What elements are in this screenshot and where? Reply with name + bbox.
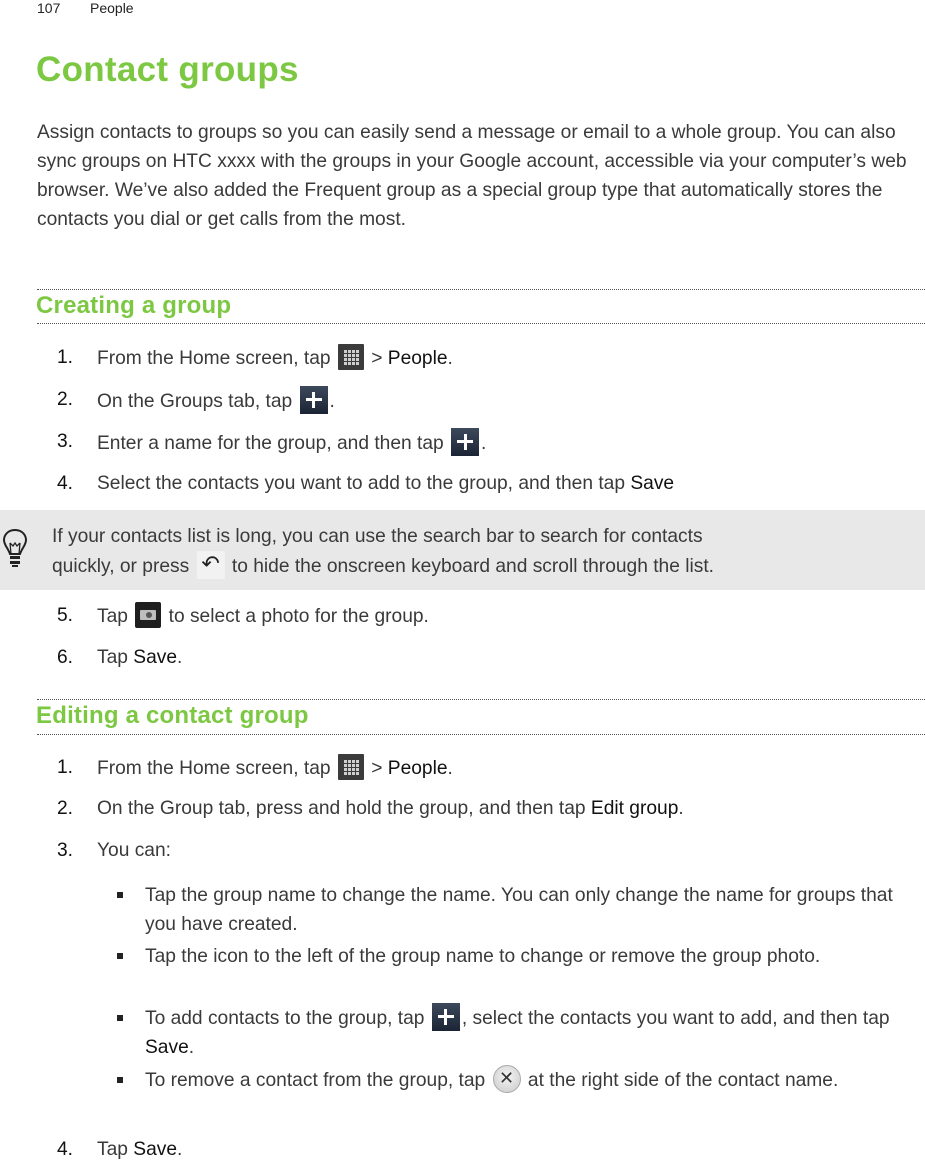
step-number: 3. bbox=[57, 840, 74, 861]
step-text: On the Groups tab, tap . bbox=[97, 386, 335, 416]
apps-grid-dot bbox=[351, 354, 355, 357]
section-title-editing: Editing a contact group bbox=[36, 702, 309, 729]
tip-text: If your contacts list is long, you can u… bbox=[52, 526, 714, 579]
bullet-text: Tap the group name to change the name. Y… bbox=[145, 885, 893, 935]
bullet-marker bbox=[117, 953, 123, 959]
apps-grid-dot bbox=[355, 358, 359, 361]
apps-grid-dot bbox=[347, 764, 351, 767]
bullet-text: To remove a contact from the group, tap … bbox=[145, 1064, 925, 1095]
bullet-text: To add contacts to the group, tap , sele… bbox=[145, 1002, 925, 1062]
intro-paragraph: Assign contacts to groups so you can eas… bbox=[37, 122, 907, 230]
step-number: 2. bbox=[57, 389, 74, 410]
apps-grid-dot bbox=[347, 354, 351, 357]
save-label: Save bbox=[133, 1139, 177, 1160]
apps-grid-dot bbox=[347, 362, 351, 365]
apps-grid-dot bbox=[343, 362, 347, 365]
step-number: 6. bbox=[57, 647, 74, 668]
page-number: 107 bbox=[37, 0, 61, 16]
bullet-marker bbox=[117, 1015, 123, 1021]
add-plus-icon bbox=[451, 428, 480, 456]
camera-icon bbox=[135, 602, 162, 628]
step-text: From the Home screen, tap > People. bbox=[97, 754, 453, 782]
apps-grid-dot bbox=[343, 768, 347, 771]
apps-grid-dot bbox=[355, 764, 359, 767]
divider bbox=[37, 289, 925, 290]
step-number: 1. bbox=[57, 347, 74, 368]
apps-grid-dot bbox=[351, 350, 355, 353]
tip-box: If your contacts list is long, you can u… bbox=[0, 510, 925, 590]
apps-grid-dot bbox=[355, 772, 359, 775]
section-title-creating: Creating a group bbox=[36, 292, 232, 319]
divider bbox=[37, 323, 925, 324]
apps-grid-dot bbox=[355, 760, 359, 763]
page-title: Contact groups bbox=[36, 50, 299, 89]
apps-grid-dot bbox=[347, 350, 351, 353]
people-label: People bbox=[387, 348, 448, 370]
bullet-marker bbox=[117, 892, 123, 898]
step-number: 3. bbox=[57, 431, 74, 452]
step-text: Enter a name for the group, and then tap… bbox=[97, 428, 486, 458]
apps-grid-dot bbox=[355, 768, 359, 771]
bullet-marker bbox=[117, 1077, 123, 1083]
apps-grid-dot bbox=[343, 358, 347, 361]
step-text: On the Group tab, press and hold the gro… bbox=[97, 798, 684, 819]
people-label: People bbox=[387, 758, 448, 780]
chapter-name: People bbox=[90, 0, 134, 16]
remove-x-icon: ✕ bbox=[492, 1064, 521, 1093]
step-number: 4. bbox=[57, 473, 74, 494]
step-text: Select the contacts you want to add to t… bbox=[97, 473, 675, 494]
step-text: You can: bbox=[97, 840, 171, 861]
apps-grid-icon bbox=[337, 344, 364, 370]
edit-group-label: Edit group bbox=[590, 798, 679, 819]
step-number: 5. bbox=[57, 605, 74, 626]
divider bbox=[37, 734, 925, 735]
add-plus-icon bbox=[299, 386, 328, 414]
apps-grid-dot bbox=[351, 362, 355, 365]
apps-grid-dot bbox=[351, 772, 355, 775]
divider bbox=[37, 699, 925, 700]
add-plus-icon bbox=[431, 1002, 460, 1031]
save-label: Save bbox=[630, 473, 675, 494]
apps-grid-dot bbox=[343, 354, 347, 357]
apps-grid-dot bbox=[347, 358, 351, 361]
apps-grid-icon bbox=[337, 754, 364, 780]
save-label: Save bbox=[133, 647, 177, 668]
step-text: From the Home screen, tap > People. bbox=[97, 344, 453, 372]
save-label: Save bbox=[145, 1037, 189, 1058]
page-header: 107 People bbox=[37, 0, 134, 16]
apps-grid-dot bbox=[343, 772, 347, 775]
apps-grid-dot bbox=[347, 768, 351, 771]
bullet-text: Tap the icon to the left of the group na… bbox=[145, 946, 821, 967]
apps-grid-dot bbox=[355, 362, 359, 365]
step-text: Tap Save. bbox=[97, 647, 183, 668]
apps-grid-dot bbox=[351, 358, 355, 361]
step-text: Tap to select a photo for the group. bbox=[97, 602, 429, 630]
apps-grid-dot bbox=[343, 764, 347, 767]
apps-grid-dot bbox=[351, 764, 355, 767]
step-number: 1. bbox=[57, 757, 74, 778]
apps-grid-dot bbox=[351, 760, 355, 763]
apps-grid-dot bbox=[343, 760, 347, 763]
apps-grid-dot bbox=[347, 772, 351, 775]
back-arrow-icon: ↶ bbox=[196, 550, 225, 579]
step-number: 4. bbox=[57, 1139, 74, 1160]
lightbulb-icon bbox=[2, 528, 28, 567]
apps-grid-dot bbox=[343, 350, 347, 353]
step-number: 2. bbox=[57, 798, 74, 819]
apps-grid-dot bbox=[355, 354, 359, 357]
apps-grid-dot bbox=[351, 768, 355, 771]
step-text: Tap Save. bbox=[97, 1139, 183, 1160]
apps-grid-dot bbox=[355, 350, 359, 353]
apps-grid-dot bbox=[347, 760, 351, 763]
